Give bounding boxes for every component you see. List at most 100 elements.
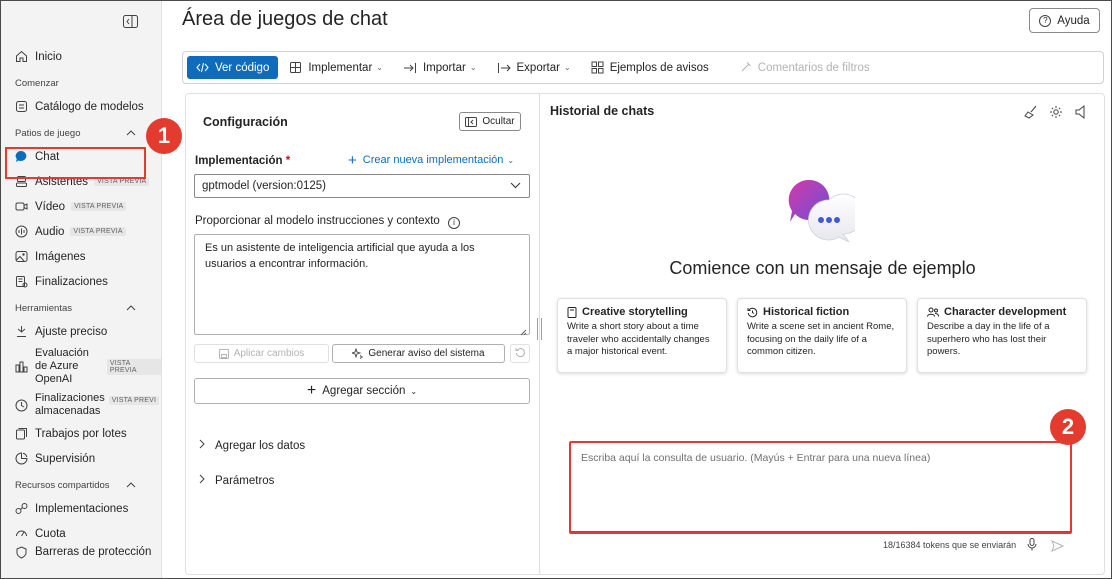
people-icon bbox=[927, 307, 939, 317]
guardrails-icon bbox=[15, 546, 28, 559]
sidebar-item-fine-tuning[interactable]: Ajuste preciso bbox=[1, 319, 161, 344]
sidebar-item-label: Supervisión bbox=[35, 452, 96, 465]
deployments-icon bbox=[15, 502, 28, 515]
sparkle-icon bbox=[352, 348, 364, 359]
prompt-card[interactable]: Historical fiction Write a scene set in … bbox=[737, 298, 907, 373]
add-data-expander[interactable]: Agregar los datos bbox=[199, 439, 305, 452]
deployment-select[interactable]: gptmodel (version:0125) bbox=[194, 174, 530, 198]
preview-badge: VISTA PREVIA bbox=[106, 358, 161, 375]
card-text: Describe a day in the life of a superher… bbox=[927, 321, 1050, 357]
resize-handle[interactable] bbox=[537, 318, 542, 340]
panel-collapse-icon bbox=[465, 116, 478, 127]
sidebar-item-guardrails[interactable]: Barreras de protección bbox=[1, 546, 161, 564]
card-title-text: Character development bbox=[944, 306, 1067, 318]
video-icon bbox=[15, 200, 28, 213]
resize-grip-icon[interactable] bbox=[520, 325, 527, 336]
card-text: Write a scene set in ancient Rome, focus… bbox=[747, 321, 895, 357]
apply-changes-button[interactable]: Aplicar cambios bbox=[194, 344, 329, 363]
section-header-shared[interactable]: Recursos compartidos bbox=[1, 474, 161, 496]
token-count: 18/16384 tokens que se enviarán bbox=[883, 540, 1017, 550]
parameters-expander[interactable]: Parámetros bbox=[199, 474, 274, 487]
label-line: Finalizaciones bbox=[35, 392, 105, 404]
broom-icon[interactable] bbox=[1023, 104, 1039, 120]
button-label: Ejemplos de avisos bbox=[609, 61, 709, 74]
sidebar-item-monitoring[interactable]: Supervisión bbox=[1, 446, 161, 471]
select-value: gptmodel (version:0125) bbox=[202, 180, 327, 192]
book-icon bbox=[567, 306, 577, 318]
home-icon bbox=[15, 50, 28, 63]
deployment-label: Implementación * bbox=[195, 155, 290, 167]
import-icon bbox=[403, 62, 417, 74]
speaker-icon[interactable] bbox=[1073, 104, 1089, 120]
section-header-playgrounds[interactable]: Patios de juego bbox=[1, 122, 161, 144]
button-label: Generar aviso del sistema bbox=[368, 348, 485, 359]
textarea-value: Es un asistente de inteligencia artifici… bbox=[205, 242, 475, 270]
sidebar-item-label: Vídeo bbox=[35, 200, 66, 213]
section-label: Recursos compartidos bbox=[15, 479, 110, 491]
empty-state-title: Comience con un mensaje de ejemplo bbox=[669, 258, 976, 278]
prompt-card[interactable]: Character development Describe a day in … bbox=[917, 298, 1087, 373]
batch-jobs-icon bbox=[15, 427, 28, 440]
chat-highlight-box bbox=[5, 147, 146, 179]
card-title: Historical fiction bbox=[747, 306, 897, 318]
filter-feedback-button[interactable]: Comentarios de filtros bbox=[730, 56, 879, 79]
import-button[interactable]: Importar ⌄ bbox=[394, 56, 486, 79]
info-icon[interactable]: i bbox=[448, 216, 461, 229]
view-code-button[interactable]: Ver código bbox=[187, 56, 279, 79]
chevron-right-icon bbox=[199, 474, 205, 487]
fine-tune-icon bbox=[15, 325, 28, 338]
preview-badge: VISTA PREVIA bbox=[70, 227, 126, 236]
gear-icon[interactable] bbox=[1048, 104, 1064, 120]
sidebar-item-evaluation[interactable]: Evaluación de Azure OpenAI VISTA PREVIA bbox=[1, 344, 161, 389]
add-section-button[interactable]: + Agregar sección ⌄ bbox=[194, 378, 530, 404]
sidebar-item-audio[interactable]: Audio VISTA PREVIA bbox=[1, 219, 161, 244]
button-label: Aplicar cambios bbox=[233, 348, 305, 359]
section-label: Comenzar bbox=[15, 77, 59, 89]
sidebar-item-label: Barreras de protección bbox=[35, 546, 152, 558]
chat-history-title: Historial de chats bbox=[550, 104, 655, 118]
prompt-card[interactable]: Creative storytelling Write a short stor… bbox=[557, 298, 727, 373]
system-message-input[interactable]: Es un asistente de inteligencia artifici… bbox=[194, 234, 530, 336]
sidebar: Inicio Comenzar Catálogo de modelos Pati… bbox=[1, 1, 162, 578]
generate-system-message-button[interactable]: Generar aviso del sistema bbox=[332, 344, 505, 363]
hide-button[interactable]: Ocultar bbox=[459, 112, 521, 131]
chevron-down-icon bbox=[510, 180, 521, 192]
sidebar-item-quota[interactable]: Cuota bbox=[1, 521, 161, 546]
deploy-button[interactable]: Implementar ⌄ bbox=[280, 56, 392, 79]
sidebar-item-home[interactable]: Inicio bbox=[1, 44, 161, 69]
help-button[interactable]: ? Ayuda bbox=[1029, 8, 1100, 33]
sidebar-item-video[interactable]: Vídeo VISTA PREVIA bbox=[1, 194, 161, 219]
evaluation-icon bbox=[15, 360, 28, 373]
sidebar-item-deployments[interactable]: Implementaciones bbox=[1, 496, 161, 521]
config-title: Configuración bbox=[203, 115, 288, 129]
button-label: Implementar bbox=[308, 61, 373, 74]
history-icon bbox=[747, 307, 758, 318]
chevron-right-icon bbox=[199, 439, 205, 452]
save-icon bbox=[218, 348, 229, 359]
sidebar-item-stored-completions[interactable]: Finalizaciones almacenadas VISTA PREVI bbox=[1, 389, 161, 421]
reset-button[interactable] bbox=[510, 344, 530, 363]
expander-label: Agregar los datos bbox=[215, 439, 306, 452]
question-icon: ? bbox=[1039, 14, 1052, 27]
prompt-samples-button[interactable]: Ejemplos de avisos bbox=[582, 56, 718, 79]
user-query-input[interactable]: Escriba aquí la consulta de usuario. (Ma… bbox=[569, 441, 1072, 534]
code-icon bbox=[196, 62, 209, 73]
grid-icon bbox=[591, 61, 604, 74]
sidebar-item-completions[interactable]: Finalizaciones bbox=[1, 269, 161, 294]
section-header-tools[interactable]: Herramientas bbox=[1, 297, 161, 319]
microphone-icon[interactable] bbox=[1027, 538, 1037, 556]
chevron-down-icon: ⌄ bbox=[410, 386, 418, 396]
sidebar-item-model-catalog[interactable]: Catálogo de modelos bbox=[1, 94, 161, 119]
send-icon[interactable] bbox=[1051, 539, 1065, 557]
instructions-label: Proporcionar al modelo instrucciones y c… bbox=[195, 215, 461, 229]
sidebar-item-batch-jobs[interactable]: Trabajos por lotes bbox=[1, 421, 161, 446]
collapse-sidebar-icon[interactable] bbox=[123, 15, 139, 29]
chat-actions bbox=[1023, 104, 1089, 120]
create-deployment-link[interactable]: + Crear nueva implementación ⌄ bbox=[348, 153, 514, 168]
sidebar-item-images[interactable]: Imágenes bbox=[1, 244, 161, 269]
deploy-icon bbox=[289, 61, 302, 74]
chat-bubbles-icon bbox=[787, 178, 864, 249]
chevron-up-icon bbox=[126, 128, 136, 139]
stored-completions-icon bbox=[15, 399, 28, 412]
export-button[interactable]: Exportar ⌄ bbox=[488, 56, 580, 79]
